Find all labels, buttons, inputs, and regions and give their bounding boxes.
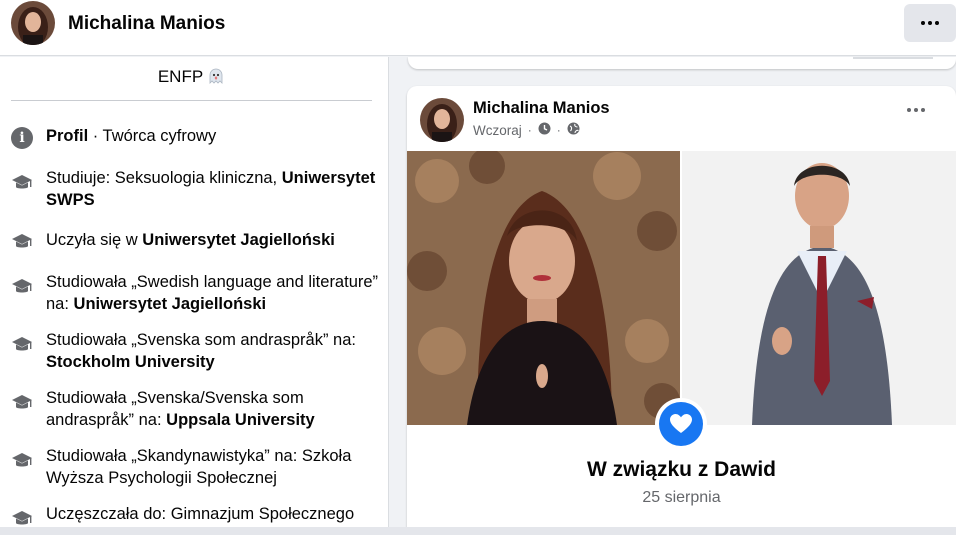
avatar[interactable] — [420, 98, 464, 142]
more-options-button[interactable] — [904, 4, 956, 42]
school-link[interactable]: Uppsala University — [166, 411, 315, 429]
ghost-emoji-icon — [207, 67, 225, 85]
clock-icon — [538, 122, 551, 138]
intro-item-text: Studiuje: Seksuologia kliniczna, Uniwers… — [46, 167, 381, 211]
bio-mbti: ENFP — [157, 67, 204, 86]
photo-man[interactable] — [682, 151, 956, 425]
photo-woman[interactable] — [407, 151, 680, 425]
post-more-icon[interactable] — [907, 108, 925, 112]
intro-item-bold: Profil — [46, 127, 89, 145]
post-author[interactable]: Michalina Manios — [473, 99, 610, 118]
divider — [11, 100, 372, 101]
intro-item-text: Studiowała „Skandynawistyka” na: Szkoła … — [46, 447, 352, 487]
profile-header: Michalina Manios — [0, 0, 956, 56]
intro-item-plain: Studiowała „Svenska som andraspråk” na: — [46, 331, 356, 349]
graduation-cap-icon — [11, 334, 33, 356]
bio-text: ENFP — [0, 67, 383, 87]
previous-post-card — [408, 57, 956, 69]
life-event-photos — [407, 151, 956, 425]
life-event-post: Michalina Manios Wczoraj · · W związku z… — [407, 86, 956, 535]
intro-item-text: Uczęszczała do: Gimnazjum Społecznego — [46, 505, 355, 523]
bottom-strip — [0, 527, 956, 535]
life-event-date: 25 sierpnia — [642, 489, 721, 506]
life-event-badge — [655, 398, 707, 450]
school-link[interactable]: Uniwersytet Jagielloński — [74, 295, 267, 313]
heart-icon — [659, 402, 703, 446]
intro-item-plain: · Twórca cyfrowy — [88, 127, 217, 145]
avatar[interactable] — [11, 1, 55, 45]
separator: · — [527, 123, 532, 137]
intro-item-text: Studiowała „Svenska/Svenska som andraspr… — [46, 387, 381, 431]
intro-item-plain: Uczyła się w — [46, 231, 143, 249]
card-bar — [853, 57, 933, 59]
graduation-cap-icon — [11, 392, 33, 414]
intro-item-text: Studiowała „Svenska som andraspråk” na: … — [46, 329, 381, 373]
intro-item-text: Profil · Twórca cyfrowy — [46, 125, 381, 147]
post-meta: Wczoraj · · — [473, 122, 580, 138]
graduation-cap-icon — [11, 450, 33, 472]
separator: · — [556, 123, 561, 137]
intro-item-text: Uczyła się w Uniwersytet Jagielloński — [46, 229, 381, 251]
post-time[interactable]: Wczoraj — [473, 123, 522, 138]
globe-icon — [567, 122, 580, 138]
intro-item-text: Studiowała „Swedish language and literat… — [46, 271, 381, 315]
graduation-cap-icon — [11, 172, 33, 194]
graduation-cap-icon — [11, 231, 33, 253]
school-link[interactable]: Stockholm University — [46, 353, 215, 371]
intro-panel: ENFP i Profil · Twórca cyfrowy Studiuje:… — [0, 57, 389, 535]
life-event-title: W związku z Dawid — [586, 458, 777, 481]
intro-item-plain: Studiuje: Seksuologia kliniczna, — [46, 169, 282, 187]
graduation-cap-icon — [11, 276, 33, 298]
school-link[interactable]: Uniwersytet Jagielloński — [142, 231, 335, 249]
info-icon: i — [11, 127, 33, 149]
more-dots-icon — [921, 21, 939, 25]
profile-name: Michalina Manios — [68, 13, 226, 34]
